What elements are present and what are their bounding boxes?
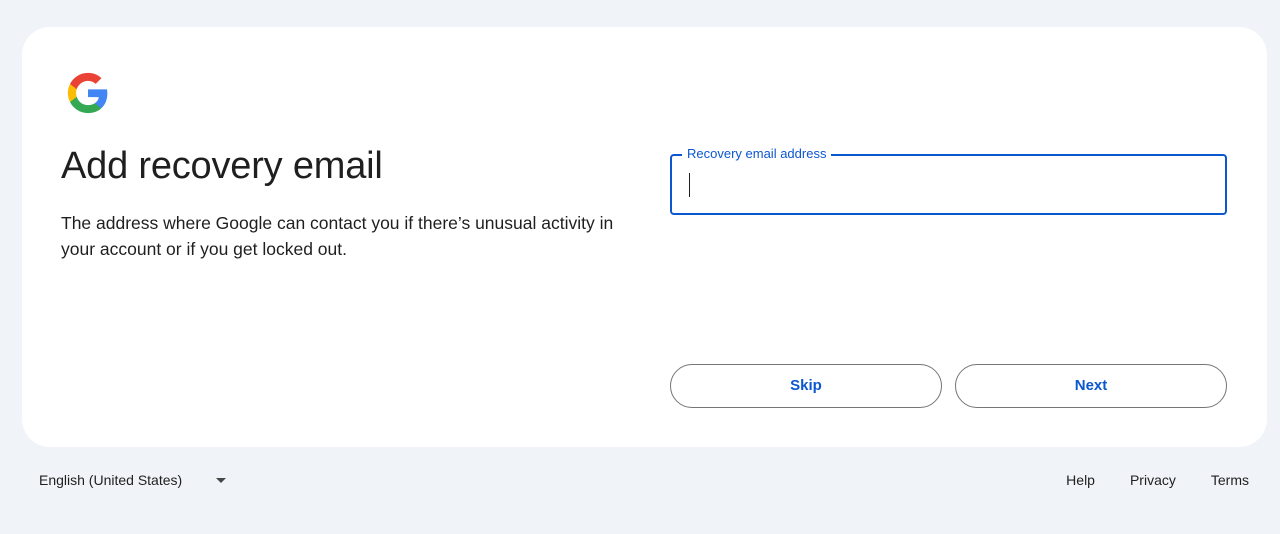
page-title: Add recovery email [61,145,383,187]
recovery-email-field[interactable]: Recovery email address [670,146,1227,215]
page-description: The address where Google can contact you… [61,213,614,259]
help-link[interactable]: Help [1066,472,1095,488]
recovery-email-input[interactable] [684,168,1222,202]
google-g-icon [66,71,110,115]
recovery-email-label: Recovery email address [682,146,832,162]
skip-button[interactable]: Skip [670,364,942,408]
next-button[interactable]: Next [955,364,1227,408]
language-selector[interactable]: English (United States) [39,472,227,488]
footer-links: Help Privacy Terms [1031,472,1249,488]
privacy-link[interactable]: Privacy [1130,472,1176,488]
text-cursor [689,173,690,197]
chevron-down-icon [216,477,227,483]
terms-link[interactable]: Terms [1211,472,1249,488]
signin-card: Add recovery email The address where Goo… [22,27,1267,447]
language-label: English (United States) [39,472,183,488]
